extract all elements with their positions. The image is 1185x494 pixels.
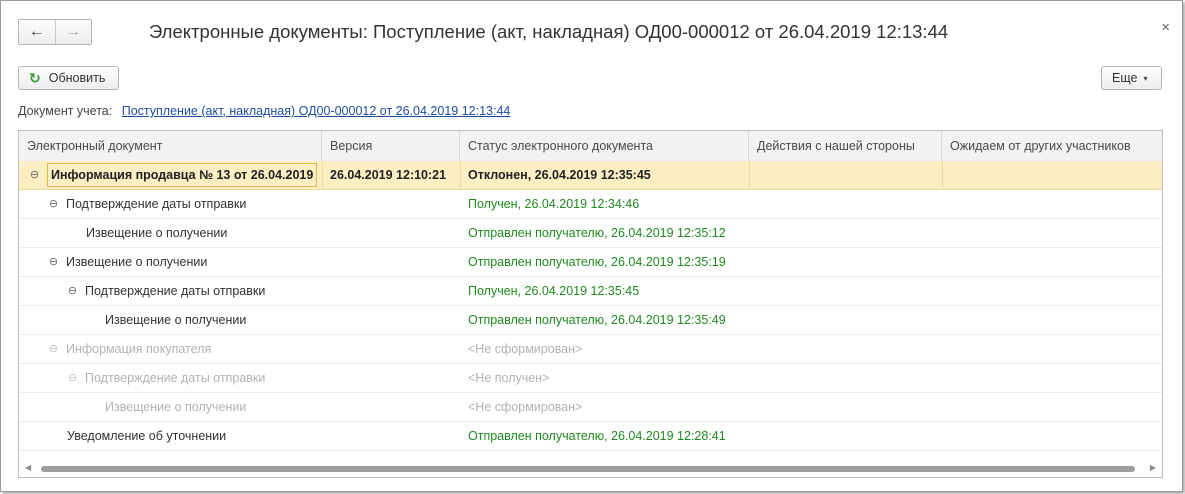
- scrollbar-thumb[interactable]: [41, 466, 1135, 472]
- chevron-down-icon: ▾: [1143, 73, 1148, 83]
- row-name-cell: Извещение о получении: [105, 393, 246, 421]
- close-button[interactable]: ×: [1161, 19, 1170, 36]
- collapse-icon[interactable]: ⊖: [67, 277, 78, 305]
- table-row[interactable]: ⊖ Подтверждение даты отправки <Не получе…: [19, 364, 1162, 393]
- row-name-cell: ⊖ Извещение о получении: [48, 248, 207, 276]
- refresh-icon: ↻: [29, 69, 41, 86]
- forward-button[interactable]: →: [54, 20, 92, 44]
- table-row[interactable]: Извещение о получении Отправлен получате…: [19, 219, 1162, 248]
- row-name-cell: ⊖ Подтверждение даты отправки: [67, 277, 265, 305]
- row-name: Извещение о получении: [105, 313, 247, 327]
- row-name-cell: ⊖ Информация покупателя: [48, 335, 211, 363]
- row-status: Отправлен получателю, 26.04.2019 12:28:4…: [468, 429, 726, 443]
- column-header-waiting[interactable]: Ожидаем от других участников: [942, 131, 1162, 161]
- column-header-document[interactable]: Электронный документ: [19, 131, 322, 161]
- window-title: Электронные документы: Поступление (акт,…: [149, 21, 949, 42]
- table-header: Электронный документ Версия Статус элект…: [19, 131, 1162, 162]
- document-label: Документ учета:: [18, 104, 113, 118]
- row-name-cell: ⊖ Информация продавца № 13 от 26.04.2019: [29, 161, 318, 189]
- column-header-our-actions[interactable]: Действия с нашей стороны: [749, 131, 942, 161]
- scroll-right-icon[interactable]: ▶: [1150, 463, 1156, 472]
- more-label: Еще: [1112, 71, 1138, 85]
- row-name: Извещение о получении: [86, 226, 228, 240]
- row-name-cell: ⊖ Подтверждение даты отправки: [67, 364, 265, 392]
- table-row[interactable]: ⊖ Извещение о получении Отправлен получа…: [19, 248, 1162, 277]
- horizontal-scrollbar[interactable]: ◀ ▶: [19, 461, 1162, 477]
- row-status: Отклонен, 26.04.2019 12:35:45: [468, 168, 651, 182]
- row-name: Подтверждение даты отправки: [66, 197, 247, 211]
- row-name-cell: ⊖ Подтверждение даты отправки: [48, 190, 246, 218]
- arrow-left-icon: ←: [28, 23, 45, 40]
- row-name: Информация покупателя: [66, 342, 212, 356]
- collapse-icon[interactable]: ⊖: [67, 364, 78, 392]
- row-status: <Не сформирован>: [468, 400, 583, 414]
- back-button[interactable]: ←: [19, 20, 55, 44]
- navigation-group: ← →: [18, 19, 92, 45]
- table-row[interactable]: Извещение о получении <Не сформирован>: [19, 393, 1162, 422]
- scroll-left-icon[interactable]: ◀: [25, 463, 31, 472]
- collapse-icon[interactable]: ⊖: [29, 161, 40, 189]
- documents-table: Электронный документ Версия Статус элект…: [18, 130, 1163, 478]
- table-body: ⊖ Информация продавца № 13 от 26.04.2019…: [19, 161, 1162, 451]
- row-name: Информация продавца № 13 от 26.04.2019: [47, 163, 318, 187]
- column-header-status[interactable]: Статус электронного документа: [460, 131, 749, 161]
- table-row[interactable]: ⊖ Информация продавца № 13 от 26.04.2019…: [19, 161, 1162, 190]
- row-name: Извещение о получении: [105, 400, 247, 414]
- document-link[interactable]: Поступление (акт, накладная) ОД00-000012…: [122, 104, 511, 118]
- close-icon: ×: [1161, 19, 1170, 36]
- refresh-label: Обновить: [48, 71, 106, 85]
- collapse-icon[interactable]: ⊖: [48, 335, 59, 363]
- row-name: Подтверждение даты отправки: [85, 284, 266, 298]
- table-row[interactable]: ⊖ Информация покупателя <Не сформирован>: [19, 335, 1162, 364]
- column-header-version[interactable]: Версия: [322, 131, 460, 161]
- collapse-icon[interactable]: ⊖: [48, 248, 59, 276]
- dialog-window: ← → Электронные документы: Поступление (…: [0, 0, 1183, 492]
- row-status: Отправлен получателю, 26.04.2019 12:35:4…: [468, 313, 726, 327]
- table-row[interactable]: Извещение о получении Отправлен получате…: [19, 306, 1162, 335]
- collapse-icon[interactable]: ⊖: [48, 190, 59, 218]
- row-status: Отправлен получателю, 26.04.2019 12:35:1…: [468, 255, 726, 269]
- row-name-cell: Извещение о получении: [105, 306, 246, 334]
- table-row[interactable]: Уведомление об уточнении Отправлен получ…: [19, 422, 1162, 451]
- table-row[interactable]: ⊖ Подтверждение даты отправки Получен, 2…: [19, 277, 1162, 306]
- row-status: <Не сформирован>: [468, 342, 583, 356]
- row-name: Извещение о получении: [66, 255, 208, 269]
- row-status: Получен, 26.04.2019 12:34:46: [468, 197, 640, 211]
- row-name: Подтверждение даты отправки: [85, 371, 266, 385]
- row-status: <Не получен>: [468, 371, 550, 385]
- row-name-cell: Уведомление об уточнении: [67, 422, 226, 450]
- more-button[interactable]: Еще ▾: [1101, 66, 1162, 90]
- row-status: Отправлен получателю, 26.04.2019 12:35:1…: [468, 226, 726, 240]
- row-name-cell: Извещение о получении: [86, 219, 227, 247]
- document-line: Документ учета: Поступление (акт, наклад…: [18, 104, 510, 118]
- row-status: Получен, 26.04.2019 12:35:45: [468, 284, 640, 298]
- table-row[interactable]: ⊖ Подтверждение даты отправки Получен, 2…: [19, 190, 1162, 219]
- row-version: 26.04.2019 12:10:21: [330, 168, 447, 182]
- arrow-right-icon: →: [65, 23, 82, 40]
- refresh-button[interactable]: ↻ Обновить: [18, 66, 119, 90]
- row-name: Уведомление об уточнении: [67, 429, 227, 443]
